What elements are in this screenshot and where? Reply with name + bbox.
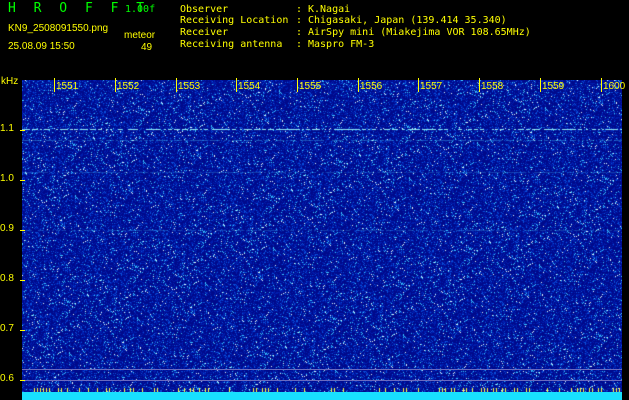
waterfall-spectrogram [22,80,622,400]
x-tick-mark [601,78,602,92]
y-tick-label: 0.9 [0,223,14,234]
reference-line-lower [22,380,622,381]
x-tick-mark [358,78,359,92]
antenna-sep: : [296,39,303,50]
antenna-label: Receiving antenna [180,39,283,50]
x-tick-mark [236,78,237,92]
x-tick-mark [540,78,541,92]
meteor-count: 49 [141,42,153,53]
y-tick-mark [20,130,25,131]
y-tick-mark [20,280,25,281]
x-tick-mark [479,78,480,92]
x-tick-mark [297,78,298,92]
y-tick-label: 1.1 [0,123,14,134]
y-unit-label: kHz [1,76,19,87]
x-tick-mark [115,78,116,92]
bottom-signal-band [22,392,622,400]
y-tick-mark [20,380,25,381]
x-tick-label: 1556 [360,81,383,92]
waterfall-canvas [22,80,622,400]
y-tick-label: 0.8 [0,273,14,284]
y-tick-mark [20,330,25,331]
x-tick-mark [418,78,419,92]
x-tick-label: 1557 [420,81,443,92]
x-tick-label: 1551 [56,81,79,92]
x-tick-label: 1553 [178,81,201,92]
y-tick-mark [20,230,25,231]
x-tick-mark [176,78,177,92]
x-tick-label: 1555 [299,81,322,92]
datetime-label: 25.08.09 15:50 [8,41,75,52]
x-tick-label: 1559 [542,81,565,92]
x-tick-label: 1552 [117,81,140,92]
x-tick-label: 1558 [481,81,504,92]
version-label: 1.00f [125,4,156,15]
y-tick-mark [20,180,25,181]
reference-line-upper [22,369,622,370]
x-tick-mark [54,78,55,92]
y-tick-label: 0.6 [0,373,14,384]
antenna-value: Maspro FM-3 [308,39,375,50]
y-tick-label: 0.7 [0,323,14,334]
filename-label: KN9_2508091550.png [8,23,109,34]
x-tick-label: 1554 [238,81,261,92]
y-tick-label: 1.0 [0,173,14,184]
x-tick-label: 1600 [603,81,626,92]
